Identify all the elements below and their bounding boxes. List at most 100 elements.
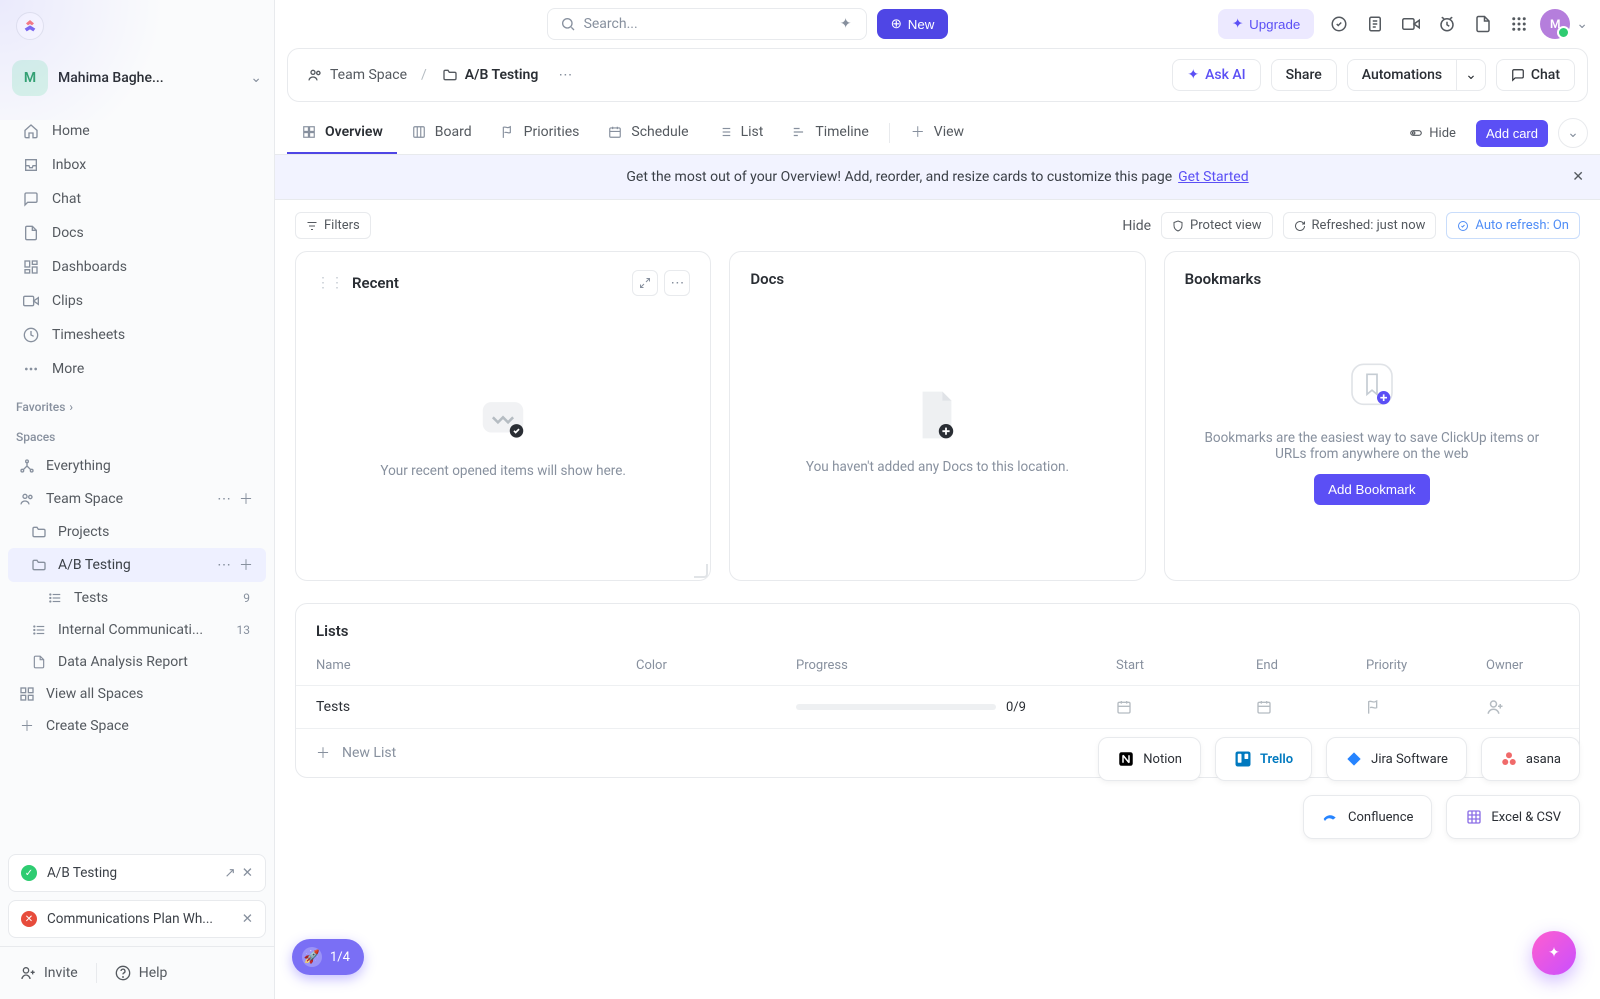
hide-toggle[interactable]: Hide: [1399, 120, 1466, 147]
ai-fab-button[interactable]: ✦: [1532, 931, 1576, 975]
end-date-cell[interactable]: [1256, 699, 1366, 715]
task-tray-icon[interactable]: [1324, 9, 1354, 39]
more-icon[interactable]: ⋯: [552, 65, 578, 85]
open-icon[interactable]: ↗: [224, 865, 235, 881]
owner-cell[interactable]: [1486, 698, 1586, 716]
resize-handle[interactable]: [694, 564, 708, 578]
plus-icon[interactable]: ＋: [236, 489, 256, 509]
global-search[interactable]: Search... ✦: [547, 8, 867, 40]
onboarding-progress[interactable]: 🚀 1/4: [292, 939, 364, 975]
new-button[interactable]: ⊕New: [877, 9, 949, 39]
more-icon[interactable]: ⋯: [214, 489, 234, 509]
tree-view-all-spaces[interactable]: View all Spaces: [8, 678, 266, 710]
breadcrumb-team-space[interactable]: Team Space: [300, 62, 413, 88]
help-button[interactable]: Help: [105, 959, 178, 987]
import-excel-csv[interactable]: Excel & CSV: [1446, 795, 1580, 839]
refresh-status[interactable]: Refreshed: just now: [1283, 212, 1437, 239]
reminder-icon[interactable]: [1432, 9, 1462, 39]
auto-refresh-toggle[interactable]: Auto refresh: On: [1446, 212, 1580, 239]
close-icon[interactable]: ✕: [242, 865, 253, 881]
more-icon[interactable]: ⋯: [664, 270, 690, 296]
breadcrumb-separator: /: [421, 67, 427, 83]
nav-chat[interactable]: Chat: [10, 182, 264, 216]
plus-icon[interactable]: ＋: [236, 555, 256, 575]
tree-team-space[interactable]: Team Space ⋯＋: [8, 482, 266, 516]
tree-create-space[interactable]: ＋Create Space: [8, 710, 266, 742]
progress-text: 0/9: [1006, 700, 1026, 715]
automations-dropdown[interactable]: ⌄: [1456, 59, 1486, 91]
protect-view-button[interactable]: Protect view: [1161, 212, 1272, 239]
tab-overview[interactable]: Overview: [287, 112, 397, 154]
expand-icon[interactable]: [632, 270, 658, 296]
list-row[interactable]: Tests 0/9: [296, 686, 1579, 729]
chip-label: Trello: [1260, 752, 1293, 767]
filters-button[interactable]: Filters: [295, 212, 371, 239]
tree-label: Projects: [58, 524, 109, 540]
docs-icon[interactable]: [1468, 9, 1498, 39]
automations-button[interactable]: Automations: [1347, 59, 1457, 91]
card-docs: Docs You haven't added any Docs to this …: [729, 251, 1145, 581]
invite-button[interactable]: Invite: [10, 959, 88, 987]
tree-everything[interactable]: Everything: [8, 450, 266, 482]
more-icon[interactable]: ⋯: [214, 555, 234, 575]
start-date-cell[interactable]: [1116, 699, 1256, 715]
chat-button[interactable]: Chat: [1496, 59, 1575, 91]
nav-docs[interactable]: Docs: [10, 216, 264, 250]
tree-projects[interactable]: Projects: [8, 516, 266, 548]
breadcrumb-ab-testing[interactable]: A/B Testing: [435, 62, 545, 88]
apps-grid-icon[interactable]: [1504, 9, 1534, 39]
tree-data-report[interactable]: Data Analysis Report: [8, 646, 266, 678]
import-jira[interactable]: Jira Software: [1326, 737, 1467, 781]
drag-handle-icon[interactable]: ⋮⋮: [316, 275, 344, 291]
add-card-button[interactable]: Add card: [1476, 120, 1548, 147]
priority-cell[interactable]: [1366, 699, 1486, 715]
import-trello[interactable]: Trello: [1215, 737, 1312, 781]
user-avatar[interactable]: M: [1540, 9, 1570, 39]
card-title: Bookmarks: [1185, 270, 1262, 288]
spaces-section: Spaces: [0, 420, 274, 450]
workspace-switcher[interactable]: M Mahima Baghe... ⌄: [0, 52, 274, 104]
close-icon[interactable]: ✕: [242, 911, 253, 927]
banner-link[interactable]: Get Started: [1178, 169, 1249, 185]
chip-label: asana: [1526, 752, 1561, 767]
notepad-icon[interactable]: [1360, 9, 1390, 39]
nav-clips[interactable]: Clips: [10, 284, 264, 318]
import-confluence[interactable]: Confluence: [1303, 795, 1432, 839]
upgrade-button[interactable]: ✦Upgrade: [1218, 9, 1314, 39]
tab-timeline[interactable]: Timeline: [777, 112, 882, 154]
nav-dashboards[interactable]: Dashboards: [10, 250, 264, 284]
chevron-down-icon[interactable]: ⌄: [1576, 16, 1588, 32]
tree-ab-testing[interactable]: A/B Testing ⋯＋: [8, 548, 266, 582]
button-label: Upgrade: [1249, 17, 1300, 32]
ask-ai-button[interactable]: ✦Ask AI: [1172, 59, 1260, 91]
tab-label: List: [741, 124, 764, 140]
view-tabs: Overview Board Priorities Schedule List …: [275, 112, 1600, 155]
favorites-section[interactable]: Favorites›: [0, 390, 274, 420]
tab-schedule[interactable]: Schedule: [593, 112, 702, 154]
nav-inbox[interactable]: Inbox: [10, 148, 264, 182]
record-icon[interactable]: [1396, 9, 1426, 39]
folder-icon: [30, 556, 48, 574]
card-options-button[interactable]: ⌄: [1558, 118, 1588, 148]
close-icon[interactable]: ✕: [1572, 169, 1584, 185]
tab-list[interactable]: List: [703, 112, 778, 154]
nav-more[interactable]: More: [10, 352, 264, 386]
breadcrumb-bar: Team Space / A/B Testing ⋯ ✦Ask AI Share…: [287, 48, 1588, 102]
tab-priorities[interactable]: Priorities: [486, 112, 594, 154]
filter-icon: [306, 220, 318, 232]
add-view-button[interactable]: ＋View: [896, 112, 978, 154]
tab-board[interactable]: Board: [397, 112, 486, 154]
import-asana[interactable]: asana: [1481, 737, 1580, 781]
tree-tests[interactable]: Tests9: [8, 582, 266, 614]
home-icon: [22, 122, 40, 140]
app-logo[interactable]: [16, 12, 44, 40]
share-button[interactable]: Share: [1271, 59, 1337, 91]
hide-link[interactable]: Hide: [1122, 218, 1151, 234]
nav-timesheets[interactable]: Timesheets: [10, 318, 264, 352]
nav-home[interactable]: Home: [10, 114, 264, 148]
grid-icon: [18, 685, 36, 703]
add-bookmark-button[interactable]: Add Bookmark: [1314, 474, 1429, 505]
import-notion[interactable]: Notion: [1098, 737, 1201, 781]
tree-internal-comm[interactable]: Internal Communicati...13: [8, 614, 266, 646]
nav-label: Docs: [52, 225, 84, 241]
